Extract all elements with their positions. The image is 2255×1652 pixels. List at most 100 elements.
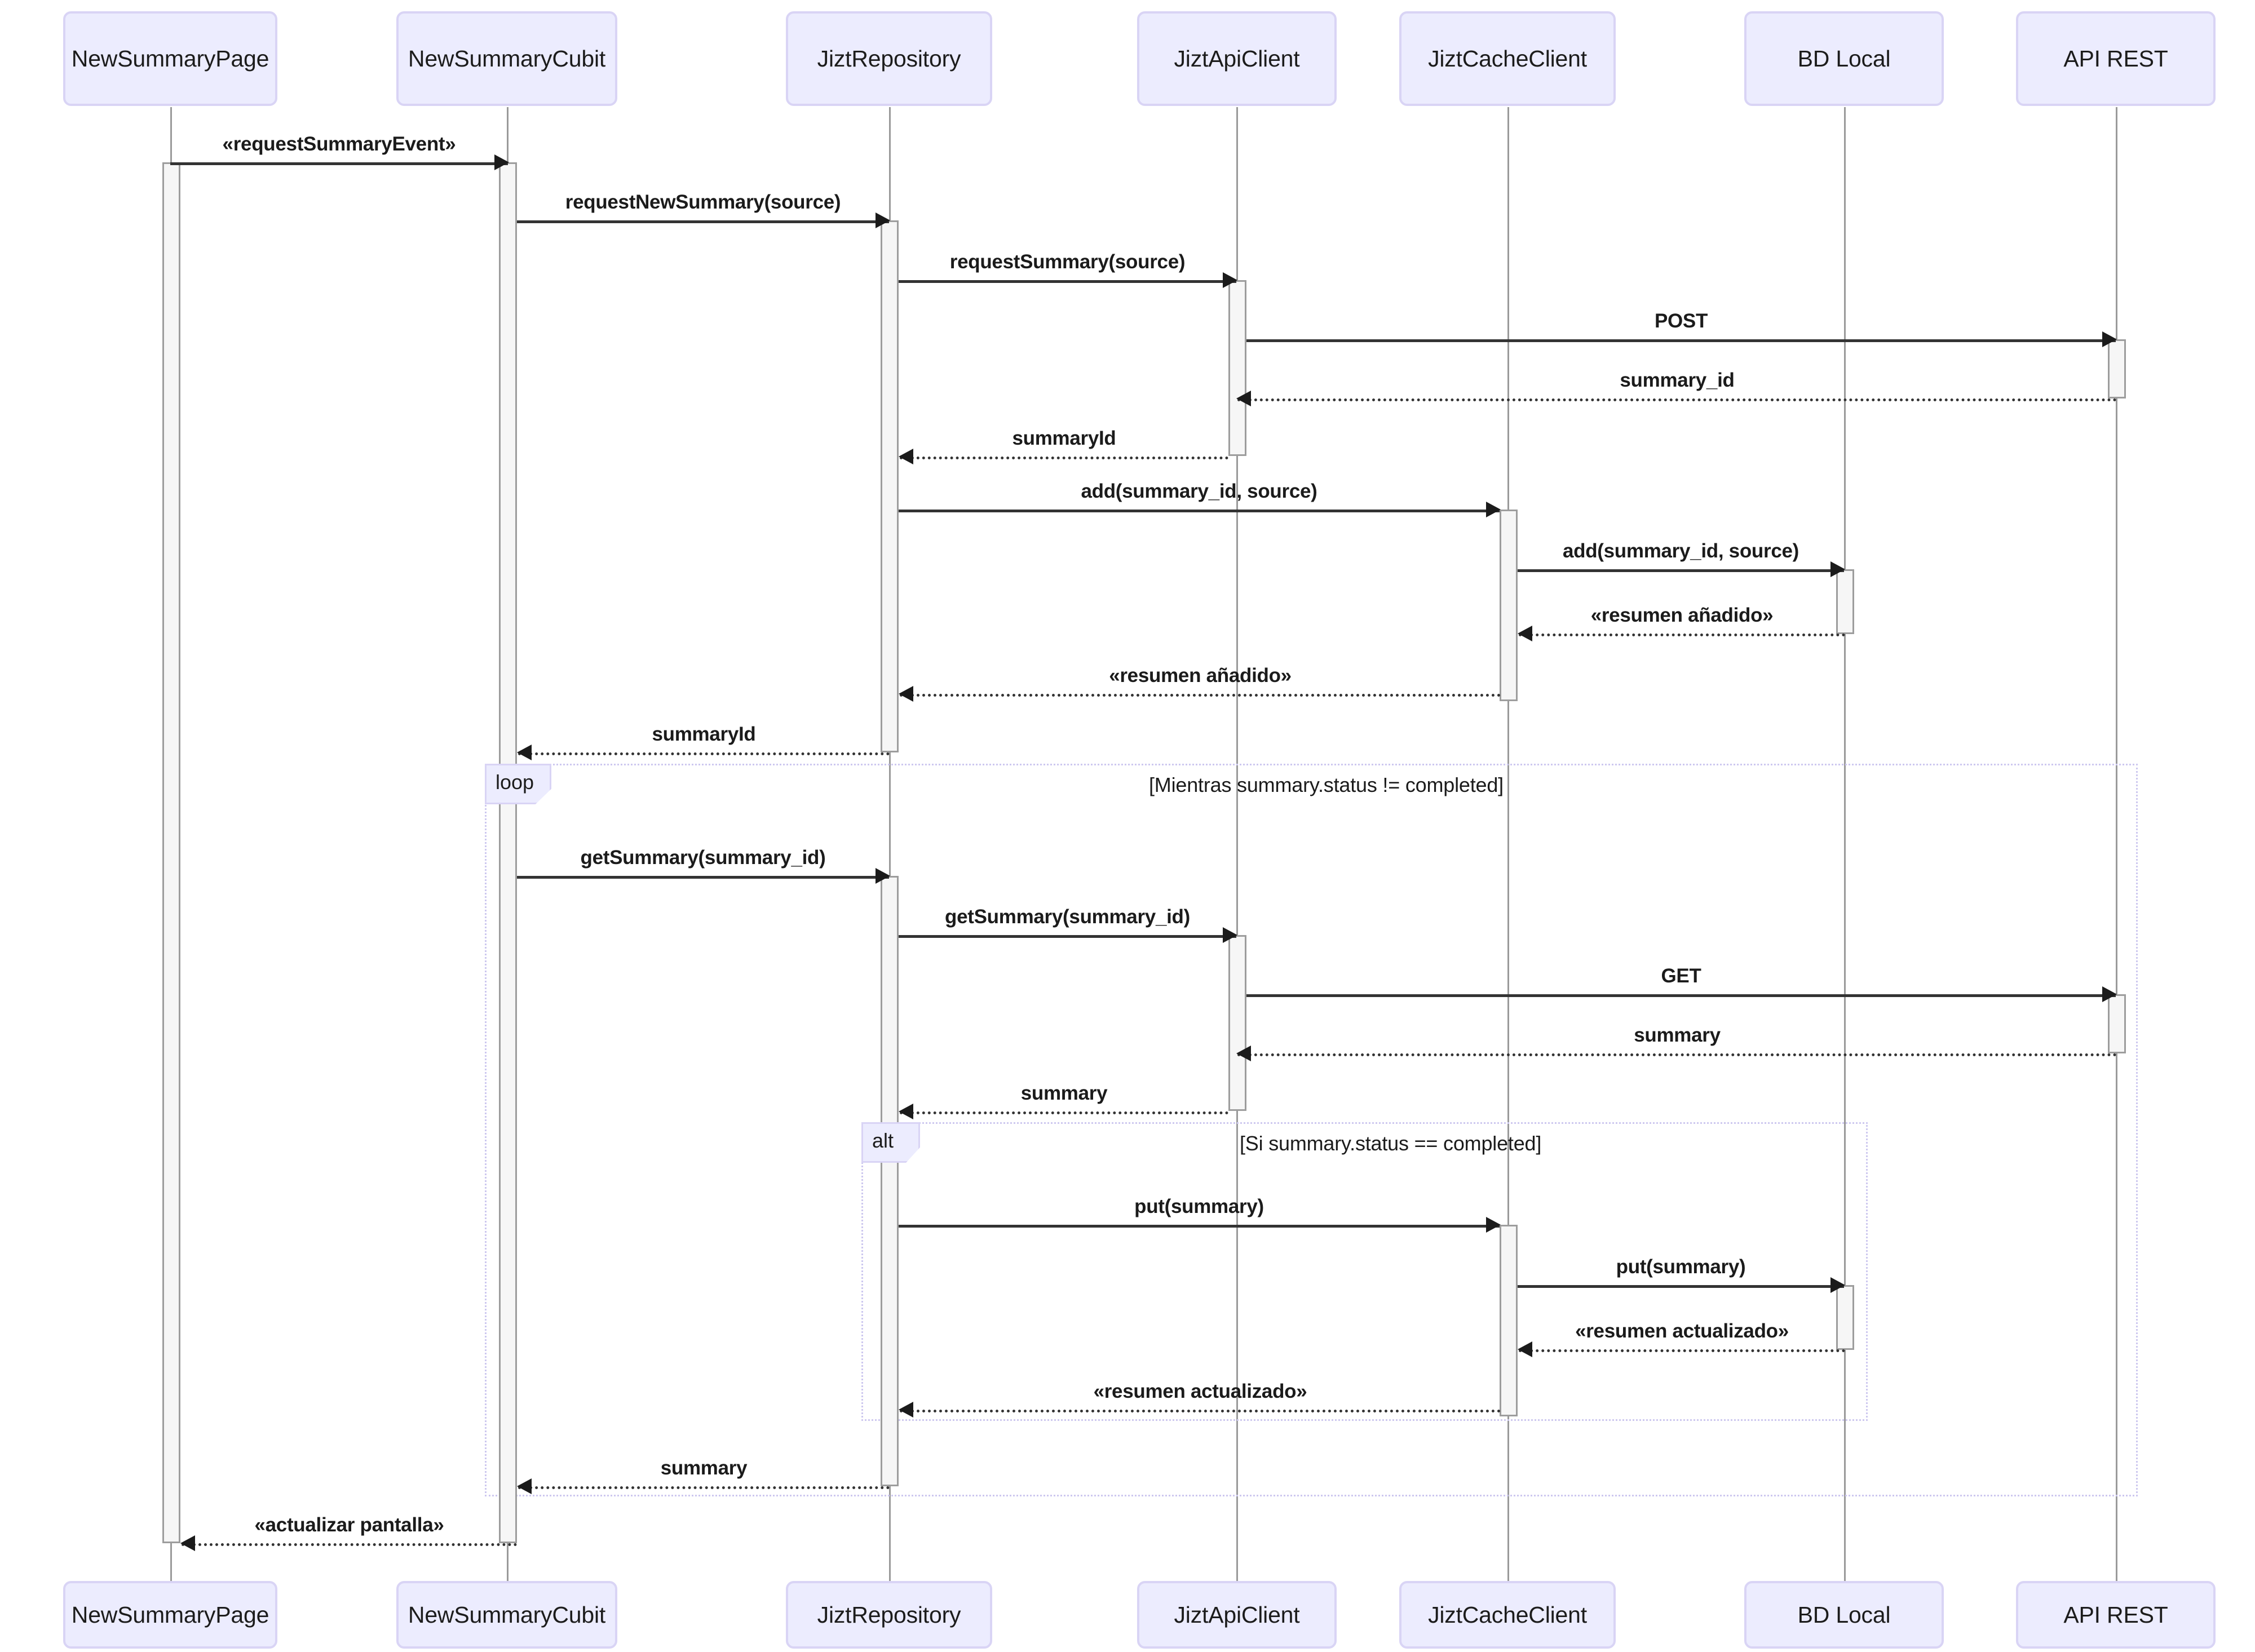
- message-line: [1237, 398, 2117, 401]
- arrowhead-left-icon: [517, 1478, 532, 1494]
- message-label: put(summary): [1616, 1256, 1746, 1278]
- activation-cache-2: [1500, 1225, 1518, 1416]
- message-line: [1237, 1053, 2117, 1056]
- message-label: «requestSummaryEvent»: [222, 133, 456, 155]
- participant-box-bottom-page[interactable]: NewSummaryPage: [63, 1581, 277, 1649]
- participant-box-bottom-apirest[interactable]: API REST: [2016, 1581, 2216, 1649]
- message-line: [899, 1225, 1500, 1228]
- fragment-loop-condition-text: [Mientras summary.status != completed]: [1149, 773, 1504, 796]
- arrowhead-left-icon: [899, 1402, 913, 1418]
- message-line: [1246, 339, 2116, 342]
- message-line: [517, 876, 889, 879]
- message-label: «actualizar pantalla»: [254, 1514, 444, 1536]
- participant-label-apirest: API REST: [2063, 45, 2168, 72]
- message-label: getSummary(summary_id): [945, 906, 1190, 928]
- activation-cache-1: [1500, 510, 1518, 701]
- message-line: [899, 280, 1236, 283]
- arrowhead-left-icon: [899, 1104, 913, 1119]
- participant-label-bottom-apirest: API REST: [2063, 1601, 2168, 1628]
- participant-label-cubit: NewSummaryCubit: [408, 45, 606, 72]
- fragment-condition-alt: [Si summary.status == completed]: [1240, 1132, 1541, 1155]
- message-line: [899, 510, 1500, 512]
- message-line: [1519, 1349, 1845, 1352]
- participant-box-cubit[interactable]: NewSummaryCubit: [396, 11, 617, 106]
- message-line: [900, 1111, 1228, 1114]
- arrowhead-right-icon: [1830, 1277, 1845, 1293]
- participant-box-bottom-api[interactable]: JiztApiClient: [1137, 1581, 1337, 1649]
- arrowhead-right-icon: [1486, 502, 1501, 517]
- message-line: [899, 935, 1236, 938]
- fragment-loop-text: loop: [496, 770, 534, 794]
- participant-box-bottom-repo[interactable]: JiztRepository: [786, 1581, 992, 1649]
- message-label: «resumen actualizado»: [1093, 1380, 1307, 1402]
- participant-label-bottom-page: NewSummaryPage: [71, 1601, 269, 1628]
- message-line: [1518, 1285, 1844, 1288]
- activation-page: [162, 162, 180, 1543]
- arrowhead-right-icon: [494, 154, 509, 170]
- participant-box-bdlocal[interactable]: BD Local: [1744, 11, 1944, 106]
- arrowhead-right-icon: [876, 212, 890, 228]
- message-line: [1518, 569, 1844, 572]
- arrowhead-left-icon: [1236, 391, 1251, 406]
- message-label: «resumen actualizado»: [1575, 1320, 1789, 1342]
- message-label: requestSummary(source): [949, 251, 1186, 273]
- sequence-diagram-canvas: NewSummaryPage NewSummaryCubit JiztRepos…: [0, 0, 2255, 1652]
- participant-box-apirest[interactable]: API REST: [2016, 11, 2216, 106]
- message-label: «resumen añadido»: [1109, 665, 1292, 687]
- activation-repo-2: [881, 876, 899, 1486]
- fragment-label-loop: loop: [485, 764, 551, 804]
- participant-label-page: NewSummaryPage: [71, 45, 269, 72]
- participant-label-cache: JiztCacheClient: [1428, 45, 1587, 72]
- message-label: summary: [660, 1457, 748, 1479]
- activation-api-2: [1228, 935, 1246, 1111]
- participant-box-api[interactable]: JiztApiClient: [1137, 11, 1337, 106]
- participant-box-page[interactable]: NewSummaryPage: [63, 11, 277, 106]
- message-label: put(summary): [1134, 1195, 1264, 1217]
- participant-label-bottom-cache: JiztCacheClient: [1428, 1601, 1587, 1628]
- message-line: [517, 220, 889, 223]
- arrowhead-left-icon: [517, 745, 532, 760]
- arrowhead-right-icon: [1223, 272, 1237, 288]
- participant-label-bottom-repo: JiztRepository: [817, 1601, 961, 1628]
- message-label: summary: [1020, 1082, 1108, 1104]
- arrowhead-right-icon: [2102, 331, 2117, 347]
- arrowhead-right-icon: [2102, 986, 2117, 1002]
- arrowhead-left-icon: [180, 1535, 195, 1551]
- arrowhead-right-icon: [1830, 561, 1845, 577]
- fragment-label-alt: alt: [861, 1122, 920, 1163]
- participant-label-bdlocal: BD Local: [1797, 45, 1891, 72]
- message-label: summary: [1634, 1024, 1721, 1046]
- participant-box-cache[interactable]: JiztCacheClient: [1399, 11, 1616, 106]
- arrowhead-left-icon: [899, 449, 913, 464]
- participant-box-bottom-bdlocal[interactable]: BD Local: [1744, 1581, 1944, 1649]
- participant-box-bottom-cache[interactable]: JiztCacheClient: [1399, 1581, 1616, 1649]
- arrowhead-right-icon: [1486, 1217, 1501, 1233]
- participant-label-bottom-cubit: NewSummaryCubit: [408, 1601, 606, 1628]
- arrowhead-right-icon: [1223, 927, 1237, 943]
- arrowhead-left-icon: [1518, 626, 1532, 641]
- message-line: [170, 162, 508, 165]
- participant-label-repo: JiztRepository: [817, 45, 961, 72]
- activation-cubit: [499, 162, 517, 1543]
- participant-label-bottom-api: JiztApiClient: [1174, 1601, 1300, 1628]
- message-label: summaryId: [652, 723, 756, 745]
- participant-box-repo[interactable]: JiztRepository: [786, 11, 992, 106]
- arrowhead-left-icon: [899, 686, 913, 702]
- message-line: [1519, 634, 1845, 636]
- message-line: [518, 752, 890, 755]
- activation-api-1: [1228, 280, 1246, 456]
- arrowhead-left-icon: [1236, 1046, 1251, 1061]
- arrowhead-left-icon: [1518, 1341, 1532, 1357]
- participant-box-bottom-cubit[interactable]: NewSummaryCubit: [396, 1581, 617, 1649]
- participant-label-api: JiztApiClient: [1174, 45, 1300, 72]
- message-label: summary_id: [1620, 369, 1735, 391]
- message-label: summaryId: [1012, 427, 1116, 449]
- message-line: [900, 1410, 1501, 1412]
- message-label: add(summary_id, source): [1081, 480, 1317, 502]
- message-label: «resumen añadido»: [1590, 604, 1774, 626]
- message-label: getSummary(summary_id): [580, 847, 826, 869]
- message-label: requestNewSummary(source): [565, 191, 841, 213]
- message-line: [518, 1486, 890, 1489]
- fragment-alt-text: alt: [872, 1129, 894, 1152]
- message-line: [182, 1543, 517, 1546]
